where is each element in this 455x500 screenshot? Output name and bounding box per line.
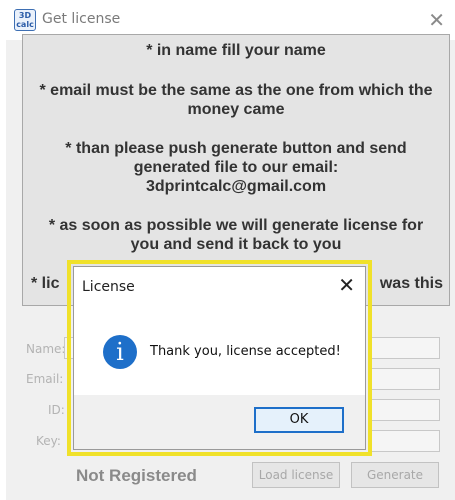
instruction-line-9-start: * lic bbox=[31, 275, 60, 292]
window-close-icon[interactable]: ✕ bbox=[428, 8, 445, 32]
instruction-line-2: * email must be the same as the one from… bbox=[39, 82, 433, 99]
generate-button[interactable]: Generate bbox=[351, 462, 439, 488]
window-title: Get license bbox=[42, 11, 121, 27]
load-license-button[interactable]: Load license bbox=[252, 462, 340, 488]
instruction-line-4: * than please push generate button and s… bbox=[65, 140, 407, 157]
name-input[interactable] bbox=[368, 337, 440, 359]
ok-button[interactable]: OK bbox=[254, 407, 344, 433]
dialog-close-icon[interactable]: ✕ bbox=[338, 273, 355, 297]
key-input[interactable] bbox=[368, 430, 440, 452]
license-dialog: License ✕ i Thank you, license accepted!… bbox=[73, 266, 366, 450]
registration-status: Not Registered bbox=[76, 466, 197, 485]
name-label: Name: bbox=[26, 342, 66, 356]
instruction-line-9-end: was this bbox=[379, 275, 443, 292]
dialog-title: License bbox=[82, 279, 135, 295]
email-input[interactable] bbox=[368, 368, 440, 390]
app-icon: 3D calc bbox=[14, 9, 36, 31]
email-label: Email: bbox=[26, 372, 64, 386]
id-input[interactable] bbox=[368, 399, 440, 421]
info-icon: i bbox=[103, 335, 137, 369]
instruction-line-1: * in name fill your name bbox=[146, 42, 326, 59]
instruction-line-7: * as soon as possible we will generate l… bbox=[48, 217, 424, 234]
id-label: ID: bbox=[48, 403, 65, 417]
dialog-message: Thank you, license accepted! bbox=[150, 344, 341, 359]
instruction-line-8: you and send it back to you bbox=[130, 236, 342, 253]
instruction-line-3: money came bbox=[187, 101, 285, 118]
instruction-line-5: generated file to our email: bbox=[133, 159, 339, 176]
instruction-line-6: 3dprintcalc@gmail.com bbox=[145, 178, 327, 195]
key-label: Key: bbox=[36, 434, 61, 448]
dialog-footer: OK bbox=[74, 395, 365, 449]
